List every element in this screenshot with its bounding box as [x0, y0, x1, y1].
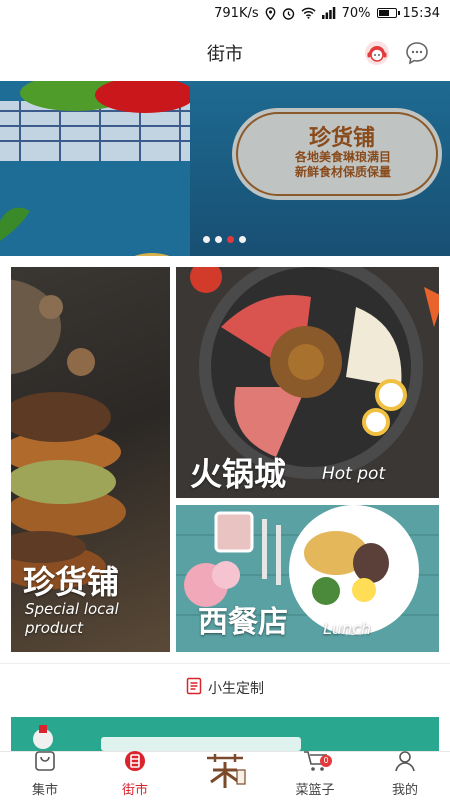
- battery-percent: 70%: [341, 5, 371, 21]
- tile-subtitle: Special local: [25, 600, 119, 618]
- pagination-dot[interactable]: [203, 236, 210, 243]
- tab-profile[interactable]: 我的: [360, 749, 450, 800]
- banner-pagination[interactable]: [203, 236, 246, 243]
- tab-basket[interactable]: 0 菜篮子: [270, 751, 360, 800]
- promo-illustration: [11, 717, 439, 751]
- bag-icon: [33, 749, 57, 779]
- tile-title: 火锅城: [190, 455, 287, 493]
- cart-badge: 0: [320, 755, 332, 767]
- wifi-icon: [301, 7, 316, 19]
- tile-subtitle-2: product: [25, 619, 84, 637]
- tab-home-logo[interactable]: [180, 752, 270, 800]
- tile-special-product[interactable]: 珍货铺 Special local product: [11, 267, 170, 652]
- page-title: 街市: [207, 44, 243, 65]
- banner-line-2: 新鲜食材保质保量: [294, 165, 391, 179]
- banner-title: 珍货铺: [308, 125, 375, 151]
- tile-subtitle: Lunch: [323, 619, 372, 638]
- status-bar: 791K/s 70% 15:34: [0, 0, 450, 26]
- pagination-dot[interactable]: [239, 236, 246, 243]
- tile-title: 珍货铺: [23, 563, 120, 601]
- message-icon[interactable]: [404, 40, 430, 66]
- top-header: 街市: [0, 26, 450, 80]
- document-icon: [186, 677, 202, 699]
- tile-western-food[interactable]: 西餐店 Lunch: [176, 505, 439, 652]
- banner-line-1: 各地美食琳琅满目: [294, 150, 391, 164]
- tile-subtitle: Hot pot: [322, 464, 386, 484]
- tab-street[interactable]: 街市: [90, 749, 180, 800]
- bottom-tab-bar: 集市 街市 0 菜篮子 我的: [0, 751, 450, 800]
- banner-background: [0, 81, 200, 256]
- tab-label: 街市: [121, 783, 148, 798]
- tile-title: 西餐店: [198, 605, 288, 640]
- section-header[interactable]: 小生定制: [0, 663, 450, 711]
- user-icon: [393, 749, 417, 779]
- pagination-dot[interactable]: [227, 236, 234, 243]
- battery-icon: [376, 8, 400, 18]
- tile-hot-pot[interactable]: 火锅城 Hot pot: [176, 267, 439, 498]
- alarm-icon: [282, 7, 295, 20]
- signal-icon: [321, 7, 336, 19]
- network-speed: 791K/s: [214, 5, 259, 21]
- pagination-dot[interactable]: [215, 236, 222, 243]
- tab-label: 菜篮子: [295, 783, 335, 798]
- tab-label: 我的: [391, 783, 418, 798]
- clock: 15:34: [402, 5, 440, 21]
- location-icon: [265, 6, 276, 20]
- section-title: 小生定制: [208, 680, 264, 697]
- customer-service-icon[interactable]: [364, 40, 390, 66]
- street-badge-icon: [123, 749, 147, 779]
- tab-market[interactable]: 集市: [0, 749, 90, 800]
- banner-subtitle: 各地美食琳琅满目 新鲜食材保质保量: [248, 150, 438, 180]
- logo-icon: [203, 752, 247, 798]
- custom-promo-banner[interactable]: [11, 717, 439, 751]
- tab-label: 集市: [31, 783, 58, 798]
